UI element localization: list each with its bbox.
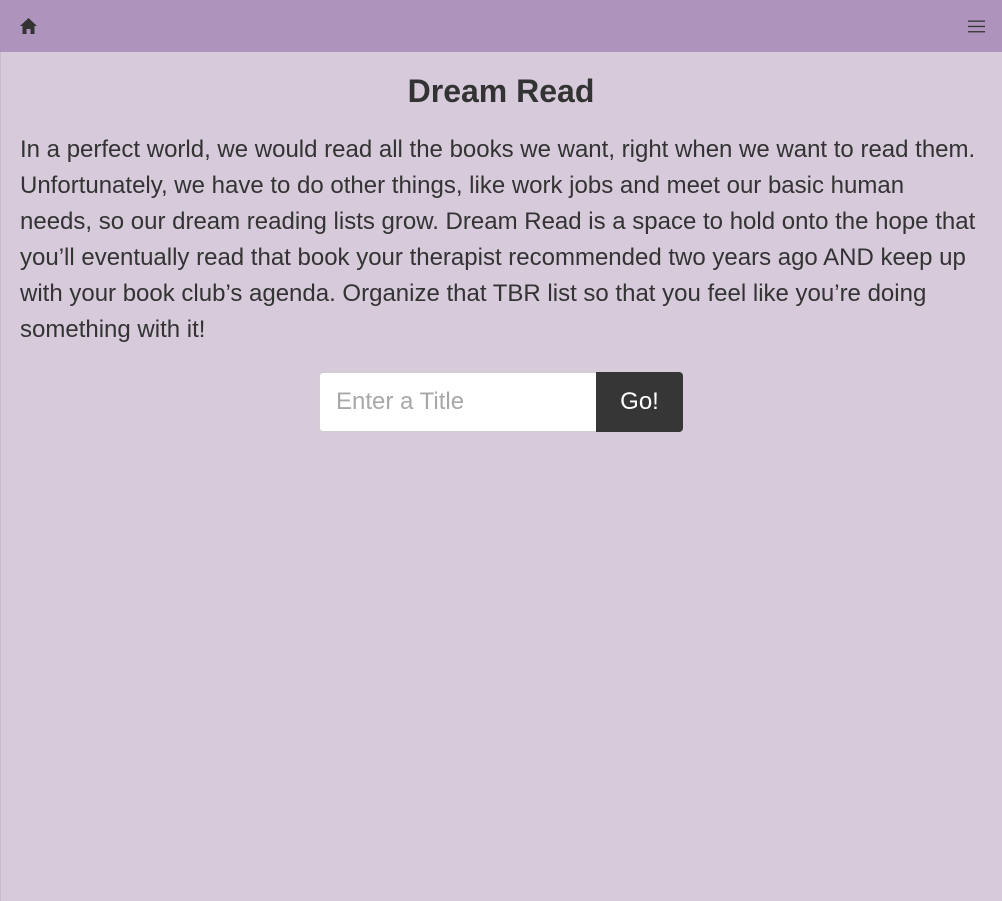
home-button[interactable] bbox=[17, 15, 39, 37]
top-nav-bar bbox=[0, 0, 1002, 52]
go-button[interactable]: Go! bbox=[596, 372, 683, 432]
title-search-form: Go! bbox=[319, 372, 683, 432]
title-input[interactable] bbox=[319, 372, 596, 432]
page-title: Dream Read bbox=[407, 73, 595, 109]
hamburger-menu-icon bbox=[967, 20, 985, 32]
menu-button[interactable] bbox=[966, 16, 986, 36]
intro-paragraph: In a perfect world, we would read all th… bbox=[20, 136, 976, 343]
page-left-border bbox=[0, 52, 1, 901]
home-icon bbox=[19, 18, 37, 34]
